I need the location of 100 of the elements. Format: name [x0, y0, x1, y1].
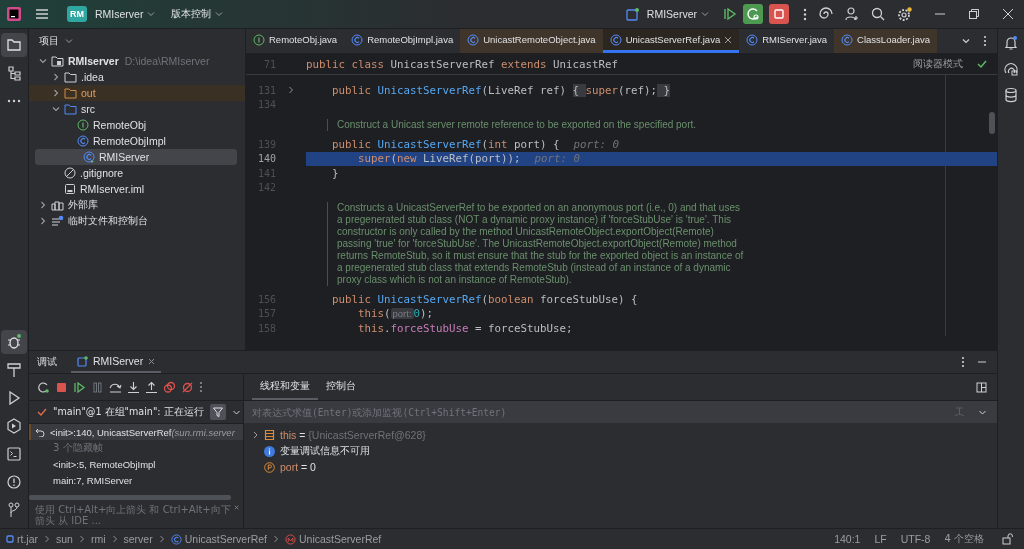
class-icon: [351, 33, 364, 46]
tab-list-icon[interactable]: [961, 36, 971, 46]
tree-item[interactable]: src: [29, 101, 237, 117]
reader-mode-button[interactable]: 阅读器模式: [907, 56, 969, 72]
chevron-icon[interactable]: [52, 73, 60, 81]
tree-item-label: RMIserver: [68, 55, 119, 67]
tree-item-label: RMIServer: [99, 151, 150, 163]
code-line: public UnicastServerRef(boolean forceStubUse) {: [331, 292, 638, 306]
thread-selector[interactable]: "main"@1 在组"main": 正在运行: [53, 405, 204, 419]
notifications-icon[interactable]: [1003, 35, 1019, 51]
project-view-dropdown[interactable]: 项目: [33, 33, 65, 49]
tree-item[interactable]: RemoteObj: [29, 117, 237, 133]
tree-item[interactable]: out: [29, 85, 245, 101]
add-user-icon[interactable]: [845, 7, 859, 21]
database-icon[interactable]: [1003, 87, 1019, 103]
more-icon[interactable]: [803, 7, 807, 21]
tree-item[interactable]: RemoteObjImpl: [29, 133, 237, 149]
close-icon[interactable]: [724, 35, 733, 44]
editor-tab[interactable]: UnicastServerRef.java: [602, 29, 740, 53]
tree-item[interactable]: .idea: [29, 69, 237, 85]
more-icon[interactable]: [983, 35, 987, 47]
pause-icon[interactable]: [91, 380, 104, 394]
breakpoints-icon[interactable]: [163, 380, 176, 394]
mute-breakpoints-icon[interactable]: [181, 380, 194, 394]
chevron-icon[interactable]: [52, 89, 60, 97]
editor-tab[interactable]: RemoteObjImpl.java: [344, 29, 461, 53]
variable-row[interactable]: port = 0: [280, 461, 316, 473]
stop-button-icon[interactable]: [769, 4, 789, 24]
session-tab[interactable]: RMIServer: [71, 351, 162, 373]
menu-icon[interactable]: [35, 8, 49, 20]
resume-icon[interactable]: [73, 380, 86, 394]
debug-icon[interactable]: [1, 330, 27, 354]
stack-frame[interactable]: <init>:140, UnicastServerRef(sun.rmi.server: [29, 424, 243, 440]
close-icon[interactable]: [148, 357, 156, 365]
chevron-icon[interactable]: [39, 57, 47, 65]
editor-tab[interactable]: ClassLoader.java: [834, 29, 937, 53]
chevron-icon[interactable]: [39, 217, 47, 225]
library-icon: [51, 199, 64, 211]
file-encoding[interactable]: UTF-8: [900, 533, 931, 545]
rerun-button-icon[interactable]: [743, 4, 763, 24]
breadcrumb-item[interactable]: sun: [56, 533, 73, 545]
cursor-position[interactable]: 140:1: [834, 533, 861, 545]
more-icon[interactable]: [961, 356, 965, 368]
chevron-icon[interactable]: [39, 201, 47, 209]
tree-item-label: RMIserver.iml: [80, 183, 145, 195]
class-icon: [841, 33, 854, 46]
breadcrumb-item[interactable]: UnicastServerRef: [170, 533, 267, 545]
module-folder-icon: [51, 55, 64, 67]
filter-icon[interactable]: [209, 404, 226, 420]
lock-icon[interactable]: [1002, 533, 1014, 545]
ai-assistant-icon[interactable]: [1003, 61, 1019, 77]
run-config-dropdown[interactable]: RMIServer: [642, 8, 701, 20]
code-line: public class UnicastServerRef extends UnicastRef: [306, 57, 619, 71]
step-out-icon[interactable]: [145, 380, 158, 394]
tree-item-label: out: [81, 87, 96, 99]
editor-tab[interactable]: UnicastRemoteObject.java: [460, 29, 603, 53]
project-dropdown[interactable]: RMIserver: [91, 8, 148, 20]
tree-item[interactable]: RMIServer: [35, 149, 237, 165]
close-icon[interactable]: [1002, 8, 1014, 20]
tree-item[interactable]: .gitignore: [29, 165, 237, 181]
tree-item[interactable]: 临时文件和控制台: [29, 213, 237, 229]
tree-item[interactable]: RMIserver D:\idea\RMIserver: [29, 53, 237, 69]
line-separator[interactable]: LF: [874, 533, 887, 545]
editor-tab[interactable]: RemoteObj.java: [246, 29, 345, 53]
scrollbar-thumb[interactable]: [989, 112, 995, 134]
panel-tab[interactable]: 控制台: [318, 374, 364, 400]
vcs-dropdown[interactable]: 版本控制: [167, 7, 216, 21]
tree-item-label: src: [81, 103, 95, 115]
tree-item[interactable]: RMIserver.iml: [29, 181, 237, 197]
search-icon[interactable]: [871, 7, 885, 21]
layout-icon[interactable]: [976, 381, 987, 393]
breadcrumb-item[interactable]: server: [123, 533, 153, 545]
info-icon: [264, 445, 275, 457]
breadcrumb-item[interactable]: rmi: [90, 533, 106, 545]
method-icon: [285, 533, 296, 545]
variable-row[interactable]: this = {UnicastServerRef@628}: [280, 429, 426, 441]
restore-icon[interactable]: [968, 8, 980, 20]
resume-icon[interactable]: [723, 7, 737, 21]
tree-item-label: RemoteObjImpl: [93, 135, 166, 147]
breadcrumb-item[interactable]: UnicastServerRef: [285, 533, 382, 545]
folder-icon[interactable]: [1, 33, 27, 57]
class-icon: [83, 151, 95, 163]
indent-setting[interactable]: 4 个空格: [944, 532, 984, 546]
breadcrumb-separator-icon: [111, 535, 118, 543]
scrollbar-thumb[interactable]: [29, 495, 231, 500]
app-logo-icon[interactable]: [7, 7, 21, 21]
editor-tab[interactable]: RMIServer.java: [739, 29, 835, 53]
tree-item[interactable]: 外部库: [29, 197, 237, 213]
breadcrumb-item[interactable]: rt.jar: [6, 533, 38, 545]
rerun-icon[interactable]: [37, 380, 50, 394]
step-into-icon[interactable]: [127, 380, 140, 394]
settings-icon[interactable]: [897, 6, 912, 22]
tab-label: UnicastServerRef.java: [625, 34, 721, 45]
project-path: D:\idea\RMIserver: [124, 55, 210, 67]
stop-icon[interactable]: [55, 380, 68, 394]
chevron-icon[interactable]: [52, 105, 60, 113]
stack-frame[interactable]: main:7, RMIServer: [29, 472, 243, 488]
stack-frame[interactable]: <init>:5, RemoteObjImpl: [29, 456, 243, 472]
spiral-icon[interactable]: [819, 7, 833, 21]
tab-label: RMIServer.java: [762, 34, 828, 45]
